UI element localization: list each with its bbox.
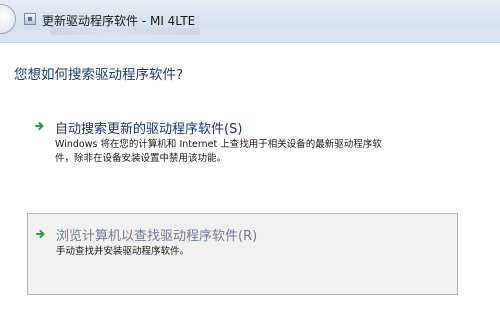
page-question: 您想如何搜索驱动程序软件? (14, 67, 184, 83)
dialog-content: 您想如何搜索驱动程序软件? 自动搜索更新的驱动程序软件(S) Windows 将… (0, 43, 500, 333)
back-button[interactable] (0, 4, 16, 34)
title-bar-blur (50, 28, 200, 35)
auto-search-description: Windows 将在您的计算机和 Internet 上查找用于相关设备的最新驱动… (55, 138, 455, 166)
auto-search-description-line: 件，除非在设备安装设置中禁用该功能。 (55, 153, 227, 164)
auto-search-option[interactable]: 自动搜索更新的驱动程序软件(S) Windows 将在您的计算机和 Intern… (27, 113, 458, 177)
green-arrow-icon (36, 230, 45, 238)
auto-search-title: 自动搜索更新的驱动程序软件(S) (55, 122, 243, 137)
green-arrow-icon (35, 122, 44, 130)
title-bar: 更新驱动程序软件 - MI 4LTE (0, 0, 500, 43)
window-title: 更新驱动程序软件 - MI 4LTE (42, 14, 196, 28)
browse-computer-description-line: 手动查找并安装驱动程序软件。 (56, 246, 190, 257)
device-manager-icon (24, 13, 36, 25)
browse-computer-option[interactable]: 浏览计算机以查找驱动程序软件(R) 手动查找并安装驱动程序软件。 (27, 213, 458, 295)
browse-computer-description: 手动查找并安装驱动程序软件。 (56, 245, 456, 259)
auto-search-description-line: Windows 将在您的计算机和 Internet 上查找用于相关设备的最新驱动… (55, 139, 382, 150)
browse-computer-title: 浏览计算机以查找驱动程序软件(R) (56, 229, 258, 244)
